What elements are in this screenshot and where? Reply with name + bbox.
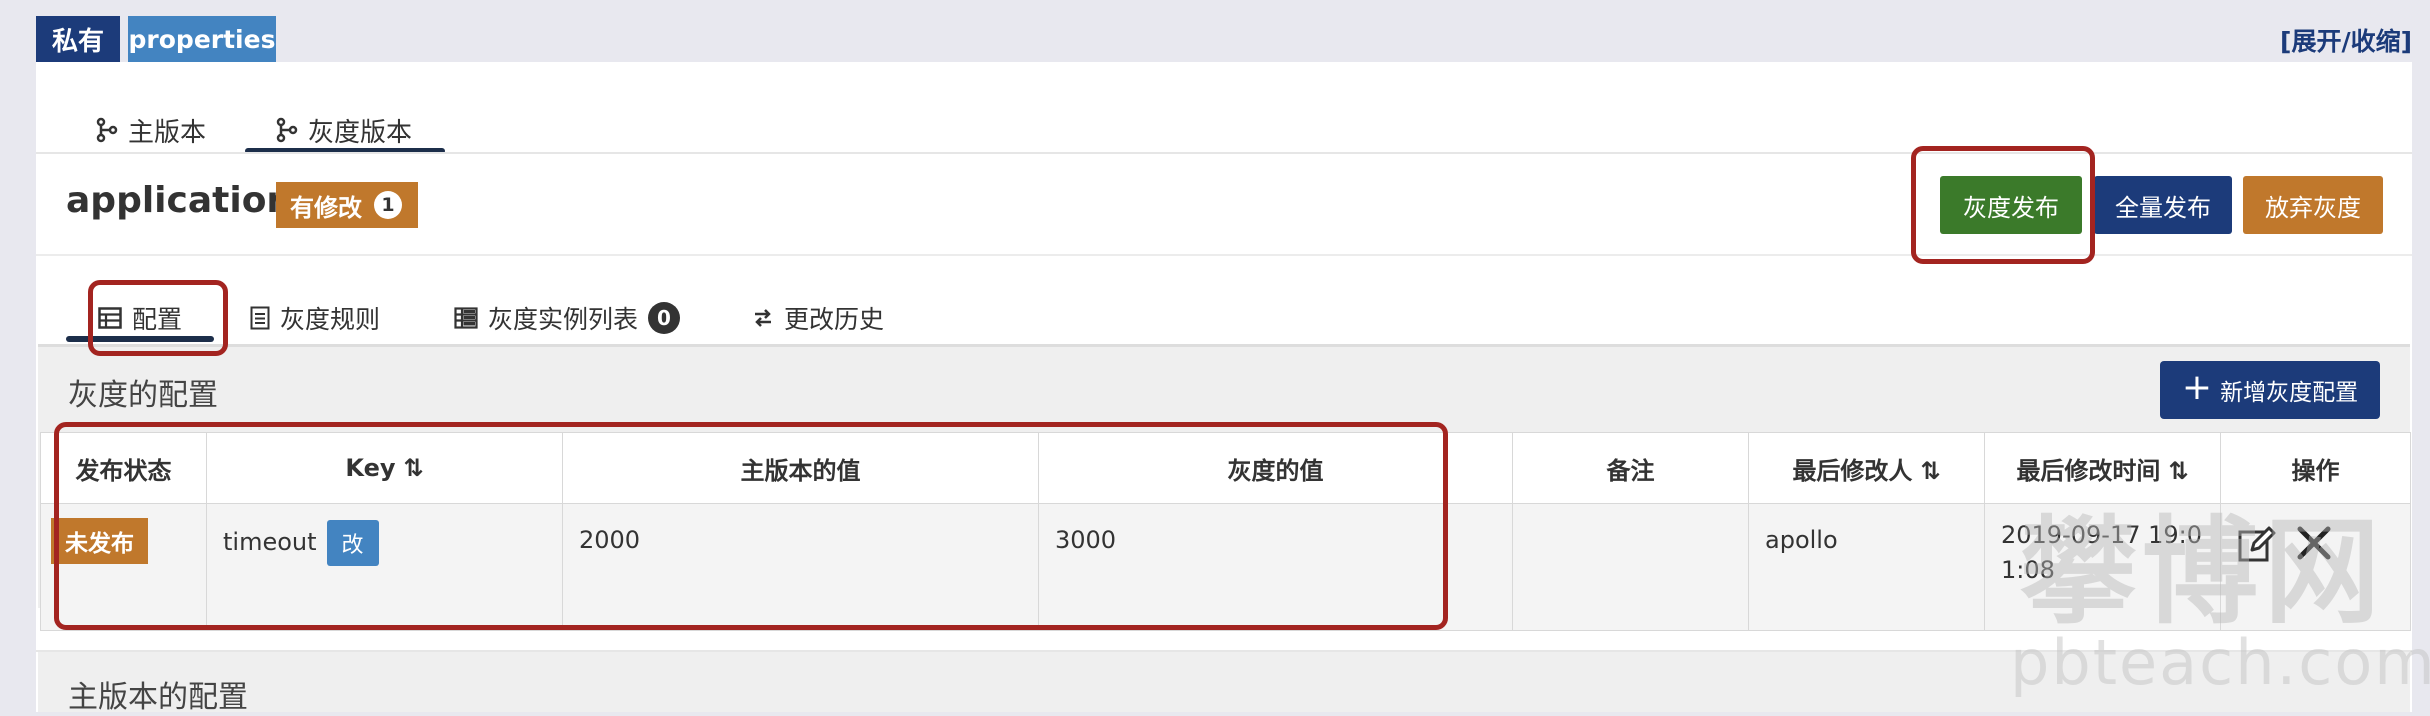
cell-modifier: apollo <box>1748 503 1985 631</box>
column-header-comment: 备注 <box>1512 432 1749 504</box>
add-gray-config-button[interactable]: + 新增灰度配置 <box>2160 361 2380 419</box>
watermark-cn: 攀博网 <box>2020 504 2386 640</box>
tab-gray-instances[interactable]: 灰度实例列表 0 <box>454 298 681 338</box>
master-config-title: 主版本的配置 <box>68 680 248 715</box>
annotation-highlight-config-tab <box>88 280 228 356</box>
list-table-icon <box>454 307 478 329</box>
tab-change-history[interactable]: 更改历史 <box>752 298 884 338</box>
format-label: properties <box>128 16 276 62</box>
abandon-gray-button[interactable]: 放弃灰度 <box>2243 176 2383 234</box>
annotation-highlight-config-row <box>54 422 1448 630</box>
private-label: 私有 <box>36 16 120 62</box>
modified-count: 1 <box>374 191 402 219</box>
column-header-modifier[interactable]: 最后修改人 ⇅ <box>1748 432 1985 504</box>
watermark-en: pbteach.com <box>2010 626 2430 699</box>
tab-gray-instances-label: 灰度实例列表 <box>488 305 639 334</box>
expand-collapse-link[interactable]: [展开/收缩] <box>2280 22 2412 58</box>
instances-count-badge: 0 <box>648 302 681 334</box>
tab-gray-rules-label: 灰度规则 <box>280 305 381 334</box>
document-icon <box>250 306 270 330</box>
annotation-highlight-gray-publish <box>1911 146 2095 264</box>
full-publish-button[interactable]: 全量发布 <box>2094 176 2232 234</box>
cell-comment <box>1512 503 1749 631</box>
tab-master-branch[interactable]: 主版本 <box>96 106 206 154</box>
git-branch-icon <box>96 117 118 143</box>
tab-gray-branch-label: 灰度版本 <box>308 117 413 148</box>
modified-badge: 有修改 1 <box>276 182 418 228</box>
swap-icon <box>755 309 771 327</box>
modified-badge-label: 有修改 <box>290 193 362 222</box>
add-gray-config-label: 新增灰度配置 <box>2220 380 2359 406</box>
git-branch-icon <box>276 117 298 143</box>
namespace-title: application <box>66 180 293 221</box>
sort-icon[interactable]: ⇅ <box>1920 457 1940 485</box>
tab-change-history-label: 更改历史 <box>784 305 885 334</box>
tab-gray-rules[interactable]: 灰度规则 <box>250 298 380 338</box>
plus-icon: + <box>2181 367 2213 408</box>
tab-gray-branch[interactable]: 灰度版本 <box>276 106 412 154</box>
gray-config-title: 灰度的配置 <box>68 378 218 413</box>
tab-master-branch-label: 主版本 <box>128 117 207 148</box>
